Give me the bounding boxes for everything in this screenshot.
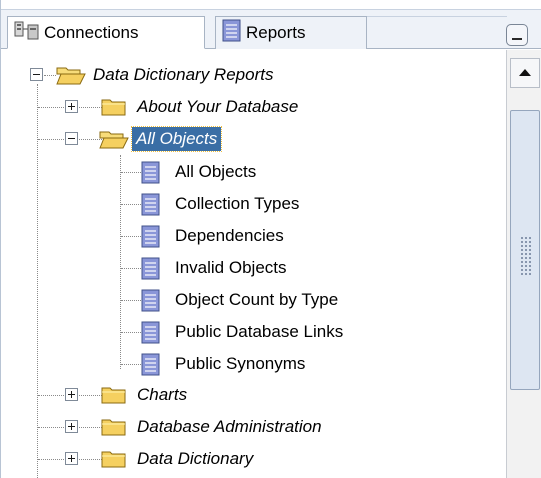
report-item-label: Object Count by Type	[175, 290, 339, 309]
folder-icon	[101, 449, 127, 474]
tree-line	[121, 300, 141, 301]
report-doc-icon	[141, 193, 161, 222]
report-doc-icon	[222, 19, 242, 48]
report-item[interactable]: Dependencies	[1, 222, 506, 254]
folder-icon	[101, 385, 127, 410]
tree-node-label: Database Administration	[137, 417, 322, 436]
tree-node-data-dictionary-reports[interactable]: Data Dictionary Reports	[1, 62, 506, 94]
report-item[interactable]: Public Synonyms	[1, 350, 506, 382]
report-doc-icon	[141, 225, 161, 254]
collapse-toggle[interactable]	[65, 132, 78, 145]
tree-line	[121, 172, 141, 173]
report-item-label: All Objects	[175, 162, 257, 181]
tree-node-data-dictionary[interactable]: Data Dictionary	[1, 446, 506, 478]
report-doc-icon	[141, 353, 161, 382]
tab-reports[interactable]: Reports	[215, 16, 367, 49]
scroll-up-button[interactable]	[510, 58, 540, 88]
tree-node-label: About Your Database	[137, 97, 299, 116]
reports-panel: Connections Reports Data Dictionary Repo…	[0, 0, 541, 478]
report-item[interactable]: Public Database Links	[1, 318, 506, 350]
report-item-label: Public Database Links	[175, 322, 344, 341]
tab-reports-label: Reports	[246, 23, 306, 42]
tab-bar: Connections Reports	[1, 9, 541, 49]
expand-toggle[interactable]	[65, 100, 78, 113]
report-item-label: Invalid Objects	[175, 258, 287, 277]
expand-toggle[interactable]	[65, 388, 78, 401]
expand-toggle[interactable]	[65, 452, 78, 465]
open-folder-icon	[56, 64, 86, 91]
connections-icon	[14, 19, 40, 46]
report-item[interactable]: Object Count by Type	[1, 286, 506, 318]
minimize-button[interactable]	[506, 24, 528, 46]
report-doc-icon	[141, 289, 161, 318]
folder-icon	[101, 97, 127, 122]
tree-line	[121, 268, 141, 269]
grip-icon	[520, 236, 532, 276]
tree-node-about-your-database[interactable]: About Your Database	[1, 94, 506, 126]
tree-line	[121, 364, 141, 365]
folder-icon	[101, 417, 127, 442]
report-item[interactable]: Invalid Objects	[1, 254, 506, 286]
tree-line	[121, 236, 141, 237]
scroll-thumb[interactable]	[510, 110, 540, 390]
report-item[interactable]: Collection Types	[1, 190, 506, 222]
report-item-label: Collection Types	[175, 194, 300, 213]
reports-tree: Data Dictionary Reports About Your Datab…	[1, 50, 506, 478]
tab-bar-filler	[367, 16, 507, 49]
report-doc-icon	[141, 161, 161, 190]
report-doc-icon	[141, 257, 161, 286]
collapse-toggle[interactable]	[30, 68, 43, 81]
tree-line	[121, 332, 141, 333]
tree-node-label: Data Dictionary Reports	[93, 65, 274, 84]
tree-node-label-selected: All Objects	[130, 126, 223, 152]
tree-node-charts[interactable]: Charts	[1, 382, 506, 414]
report-item[interactable]: All Objects	[1, 158, 506, 190]
tree-node-label: Data Dictionary	[137, 449, 254, 468]
tree-node-database-administration[interactable]: Database Administration	[1, 414, 506, 446]
panel-top-strip	[1, 0, 541, 8]
tab-connections-label: Connections	[44, 22, 139, 42]
tree-line	[121, 204, 141, 205]
report-item-label: Dependencies	[175, 226, 284, 245]
report-item-label: Public Synonyms	[175, 354, 306, 373]
tree-line	[44, 75, 56, 76]
report-doc-icon	[141, 321, 161, 350]
tab-connections[interactable]: Connections	[7, 16, 205, 49]
open-folder-icon	[99, 128, 129, 155]
tree-node-all-objects[interactable]: All Objects	[1, 126, 506, 158]
arrow-up-icon	[519, 69, 531, 76]
expand-toggle[interactable]	[65, 420, 78, 433]
vertical-scrollbar[interactable]	[506, 50, 541, 478]
tree-node-label: Charts	[137, 385, 188, 404]
